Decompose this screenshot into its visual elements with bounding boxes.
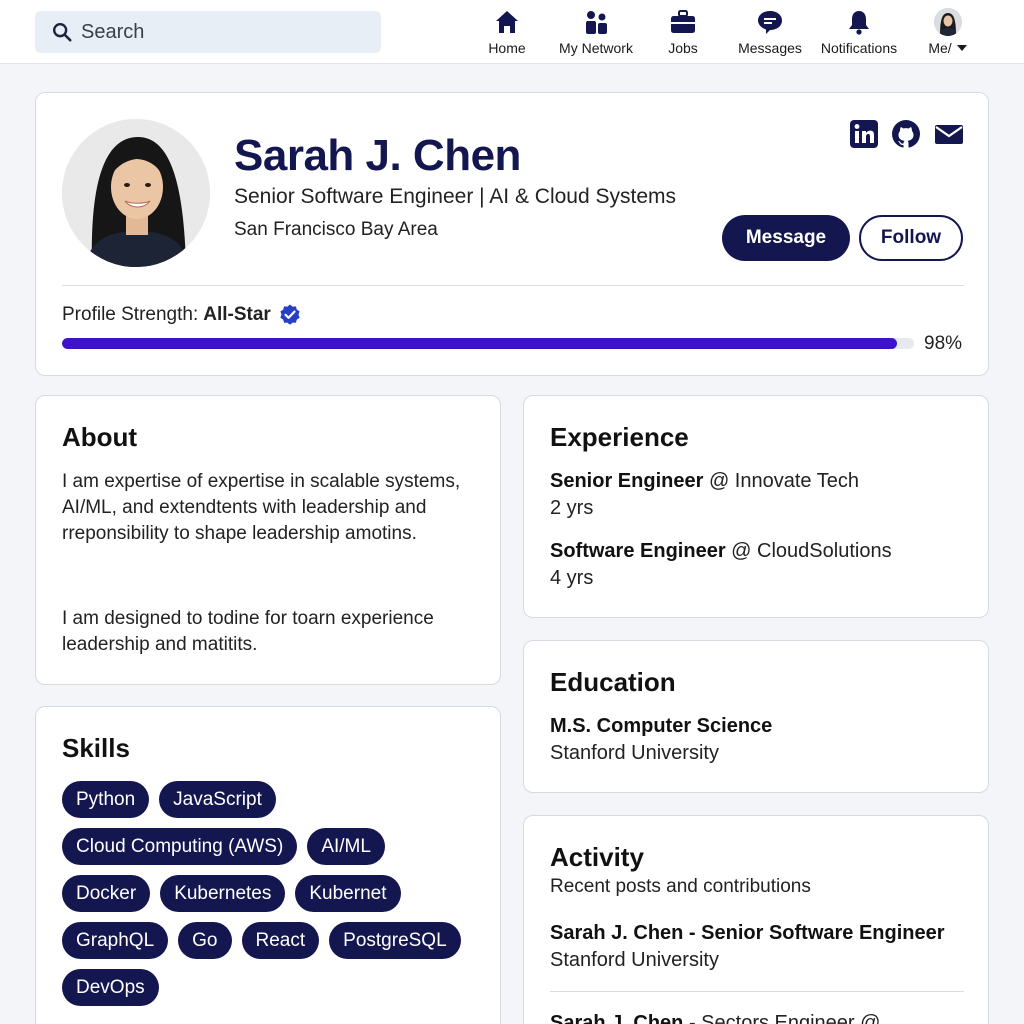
experience-company: @ Innovate Tech [708, 470, 859, 492]
profile-strength-bar-fill [62, 338, 897, 349]
nav-home[interactable]: Home [478, 8, 536, 60]
follow-button[interactable]: Follow [859, 215, 963, 261]
experience-company: @ CloudSolutions [731, 540, 892, 562]
network-icon [586, 11, 607, 34]
nav-messages[interactable]: Messages [734, 8, 806, 60]
activity-post-author: Sarah J. Chen - Senior Software Engineer [550, 922, 945, 944]
nav-notifications-label: Notifications [820, 40, 898, 56]
experience-duration: 4 yrs [550, 567, 594, 589]
about-paragraph-1: I am expertise of expertise in scalable … [62, 471, 461, 544]
skills-card: Skills Python JavaScript Cloud Computing… [35, 706, 501, 1024]
about-paragraph-2: I am designed to todine for toarn experi… [62, 608, 434, 655]
nav-home-label: Home [488, 40, 526, 56]
experience-item[interactable]: Software Engineer @ CloudSolutions 4 yrs [550, 538, 892, 592]
education-title: Education [550, 667, 676, 697]
skill-chip[interactable]: Cloud Computing (AWS) [62, 828, 298, 865]
activity-post[interactable]: Sarah J. Chen - Sectors Engineer @ [550, 1010, 880, 1024]
skill-chip[interactable]: DevOps [62, 969, 159, 1006]
skills-chip-list: Python JavaScript Cloud Computing (AWS) … [62, 781, 482, 1006]
nav-my-network-label: My Network [559, 40, 633, 56]
profile-name: Sarah J. Chen [234, 131, 521, 180]
profile-strength-label: Profile Strength: [62, 304, 199, 325]
search-box[interactable] [35, 11, 381, 53]
nav-jobs[interactable]: Jobs [658, 8, 708, 60]
skill-chip[interactable]: PostgreSQL [329, 922, 461, 959]
activity-subtitle: Recent posts and contributions [550, 876, 811, 897]
education-card: Education M.S. Computer Science Stanford… [523, 640, 989, 793]
message-button[interactable]: Message [722, 215, 850, 261]
profile-strength-value: All-Star [203, 304, 271, 325]
skill-chip[interactable]: Kubernetes [160, 875, 286, 912]
education-degree: M.S. Computer Science [550, 715, 773, 737]
activity-card: Activity Recent posts and contributions … [523, 815, 989, 1024]
activity-post-author: Sarah J. Chen [550, 1012, 684, 1024]
nav-me-menu[interactable]: Me/ [924, 8, 972, 60]
search-input[interactable] [81, 20, 361, 44]
briefcase-icon [671, 10, 695, 33]
about-title: About [62, 422, 138, 452]
experience-role: Senior Engineer [550, 470, 704, 492]
bell-icon [849, 11, 869, 35]
profile-divider [62, 285, 964, 286]
experience-role: Software Engineer [550, 540, 726, 562]
about-card: About I am expertise of expertise in sca… [35, 395, 501, 685]
mail-icon[interactable] [934, 119, 964, 149]
profile-strength-bar [62, 338, 914, 349]
activity-post-sub: - Sectors Engineer @ [688, 1012, 881, 1024]
skill-chip[interactable]: Python [62, 781, 150, 818]
verified-badge-icon [280, 304, 300, 325]
skill-chip[interactable]: Kubernet [295, 875, 401, 912]
home-icon [496, 11, 518, 33]
education-school: Stanford University [550, 742, 719, 764]
experience-title: Experience [550, 422, 689, 452]
skills-title: Skills [62, 733, 130, 763]
experience-item[interactable]: Senior Engineer @ Innovate Tech 2 yrs [550, 468, 859, 522]
profile-strength-percent: 98% [924, 333, 963, 354]
profile-photo [62, 119, 210, 267]
linkedin-icon[interactable] [849, 119, 879, 149]
education-item[interactable]: M.S. Computer Science Stanford Universit… [550, 713, 772, 767]
skill-chip[interactable]: GraphQL [62, 922, 169, 959]
nav-messages-label: Messages [738, 40, 802, 56]
experience-card: Experience Senior Engineer @ Innovate Te… [523, 395, 989, 618]
activity-divider [550, 991, 964, 992]
chevron-down-icon [956, 45, 967, 51]
github-icon[interactable] [891, 119, 921, 149]
skill-chip[interactable]: React [241, 922, 320, 959]
message-bubble-icon [758, 11, 782, 34]
profile-headline: Senior Software Engineer | AI & Cloud Sy… [234, 185, 677, 208]
profile-card: Sarah J. Chen Senior Software Engineer |… [35, 92, 989, 376]
activity-title: Activity [550, 842, 644, 872]
experience-duration: 2 yrs [550, 497, 594, 519]
skill-chip[interactable]: AI/ML [307, 828, 385, 865]
nav-my-network[interactable]: My Network [553, 8, 639, 60]
avatar [934, 8, 962, 36]
nav-me-label: Me/ [928, 40, 967, 56]
skill-chip[interactable]: Go [178, 922, 232, 959]
skill-chip[interactable]: Docker [62, 875, 151, 912]
activity-post-sub: Stanford University [550, 949, 719, 971]
search-icon [53, 23, 72, 42]
profile-strength: Profile Strength: All-Star [62, 303, 302, 327]
nav-notifications[interactable]: Notifications [815, 8, 903, 60]
profile-location: San Francisco Bay Area [234, 219, 438, 240]
nav-jobs-label: Jobs [668, 40, 698, 56]
top-navigation-bar: Home My Network Jobs Messages Notificati… [0, 0, 1024, 64]
activity-post[interactable]: Sarah J. Chen - Senior Software Engineer… [550, 920, 945, 974]
skill-chip[interactable]: JavaScript [159, 781, 276, 818]
